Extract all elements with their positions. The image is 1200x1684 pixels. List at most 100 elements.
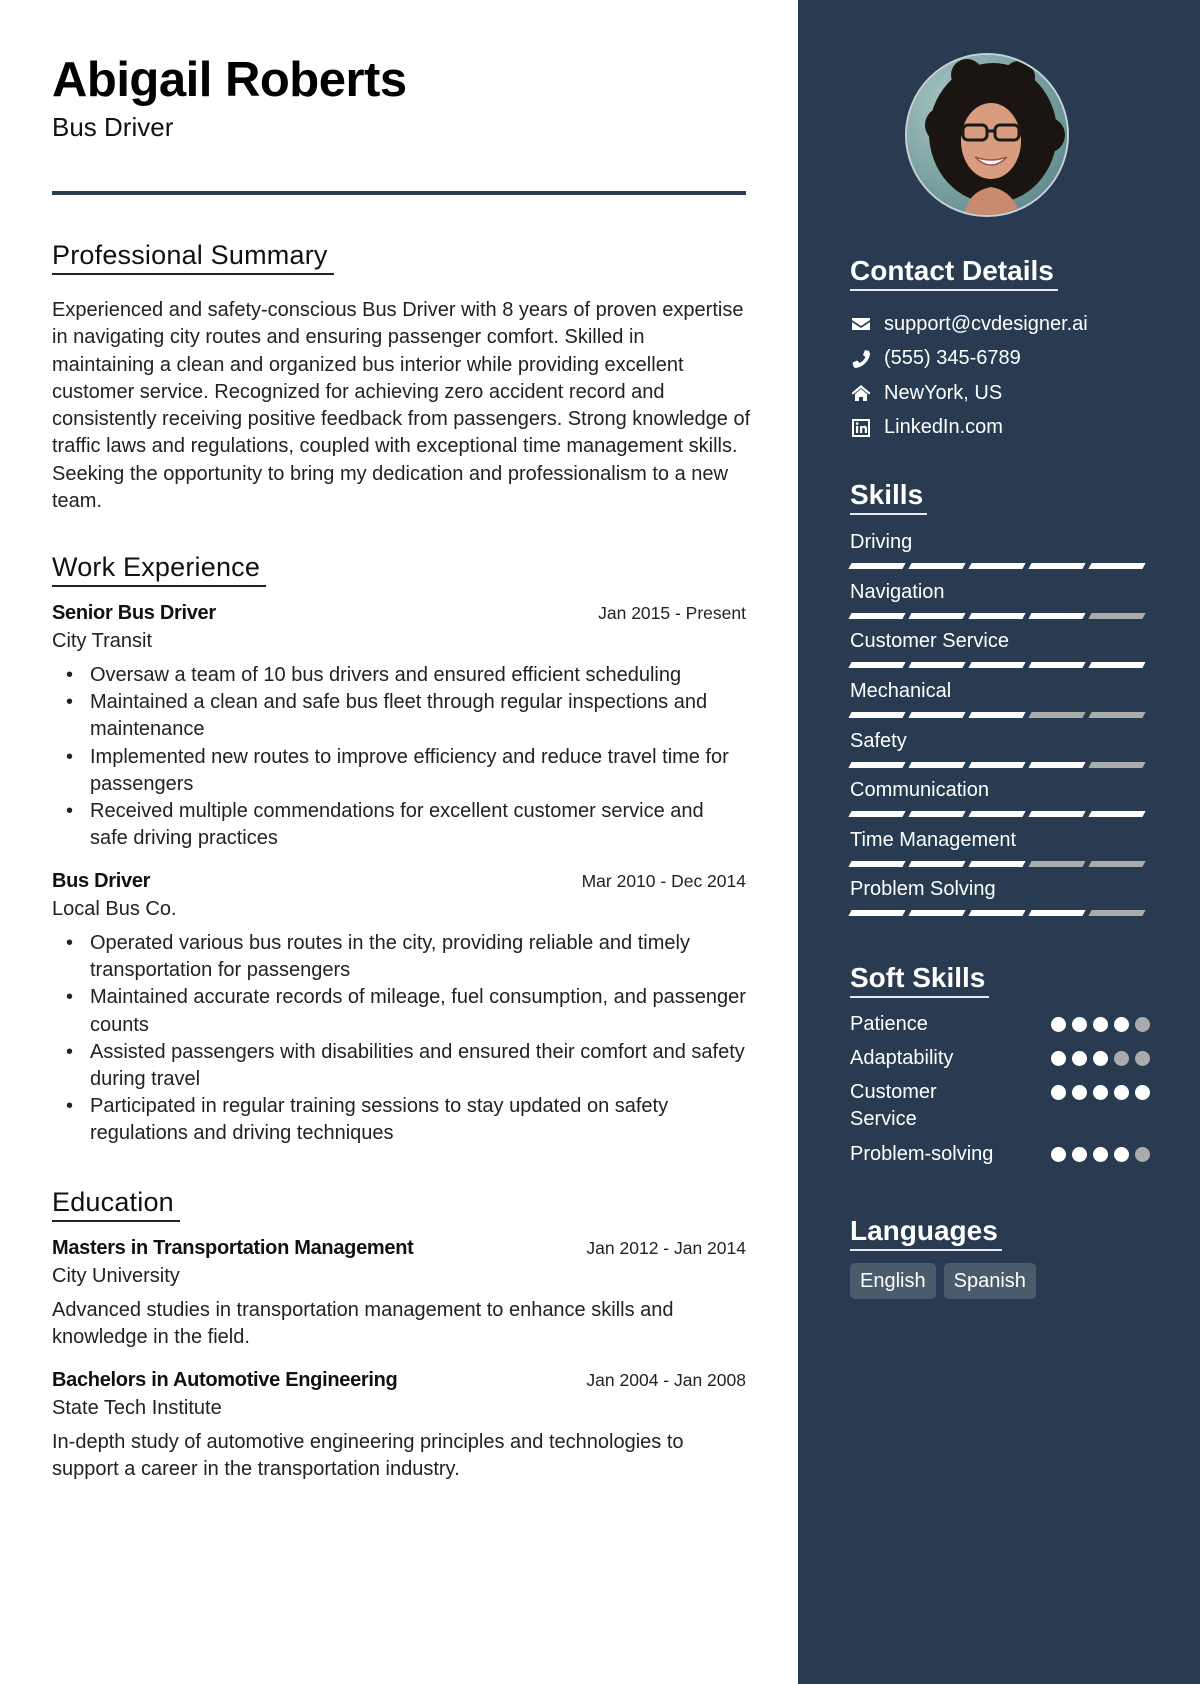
rating-segment-filled (908, 762, 966, 768)
rating-segment-filled (848, 563, 906, 569)
rating-segment-filled (848, 910, 906, 916)
rating-segment-filled (1028, 811, 1086, 817)
rating-segment-empty (1088, 762, 1146, 768)
language-chip: English (850, 1263, 936, 1299)
rating-segment-filled (1028, 762, 1086, 768)
skill-rating-bar (848, 563, 1150, 569)
envelope-icon (850, 313, 872, 335)
rating-segment-filled (968, 563, 1026, 569)
rating-segment-filled (1028, 662, 1086, 668)
soft-skill-label: Adaptability (850, 1047, 954, 1069)
rating-segment-filled (908, 861, 966, 867)
rating-dot-filled (1093, 1147, 1108, 1162)
rating-segment-filled (1028, 910, 1086, 916)
soft-skill-label: Customer Service (850, 1081, 937, 1130)
skill-rating-bar (848, 910, 1150, 916)
rating-dot-filled (1051, 1017, 1066, 1032)
skill-item: Mechanical (848, 678, 1150, 718)
skill-label: Communication (850, 779, 989, 801)
soft-skill-item: Customer Service (850, 1079, 1150, 1133)
rating-segment-empty (1088, 712, 1146, 718)
skill-label: Navigation (850, 581, 945, 603)
rating-segment-filled (908, 910, 966, 916)
contact-phone[interactable]: (555) 345-6789 (850, 342, 1180, 377)
job-title: Senior Bus Driver (52, 602, 216, 624)
candidate-title: Bus Driver (52, 112, 174, 142)
job-bullet: Maintained accurate records of mileage, … (52, 984, 746, 1038)
rating-segment-filled (968, 762, 1026, 768)
linkedin-icon (850, 417, 872, 439)
contact-email-text: support@cvdesigner.ai (884, 312, 1088, 335)
skill-rating-bar (848, 811, 1150, 817)
job-bullets: Operated various bus routes in the city,… (52, 930, 746, 1148)
skill-item: Navigation (848, 579, 1150, 619)
contact-location: NewYork, US (850, 376, 1180, 411)
job-company: City Transit (52, 630, 153, 652)
phone-icon (850, 348, 872, 370)
skill-rating-bar (848, 712, 1150, 718)
skill-label: Customer Service (850, 630, 1009, 652)
skill-rating-bar (848, 613, 1150, 619)
soft-skill-rating (1051, 1045, 1150, 1072)
education-description: In-depth study of automotive engineering… (52, 1431, 684, 1481)
job-bullet: Assisted passengers with disabilities an… (52, 1039, 746, 1093)
candidate-name: Abigail Roberts (52, 53, 407, 107)
skill-item: Driving (848, 529, 1150, 569)
summary-text: Experienced and safety-conscious Bus Dri… (52, 299, 751, 513)
rating-dot-filled (1051, 1147, 1066, 1162)
languages-list: English Spanish (850, 1263, 1036, 1299)
rating-segment-filled (848, 662, 906, 668)
job-bullets: Oversaw a team of 10 bus drivers and ens… (52, 662, 746, 852)
rating-segment-filled (1028, 613, 1086, 619)
resume-sidebar: Contact Details support@cvdesigner.ai (5… (798, 0, 1200, 1684)
job-title: Bus Driver (52, 870, 151, 892)
job-bullet: Operated various bus routes in the city,… (52, 930, 746, 984)
rating-segment-filled (908, 563, 966, 569)
soft-skill-rating (1051, 1011, 1150, 1038)
soft-skill-item: Adaptability (850, 1045, 1150, 1072)
soft-skill-item: Problem-solving (850, 1141, 1150, 1168)
rating-segment-empty (1028, 861, 1086, 867)
rating-segment-filled (848, 613, 906, 619)
rating-segment-empty (1088, 910, 1146, 916)
rating-segment-filled (968, 811, 1026, 817)
rating-dot-filled (1093, 1017, 1108, 1032)
school-name: City University (52, 1265, 180, 1287)
skill-rating-bar (848, 662, 1150, 668)
rating-dot-filled (1072, 1017, 1087, 1032)
rating-dot-filled (1135, 1085, 1150, 1100)
rating-segment-filled (968, 910, 1026, 916)
rating-segment-filled (908, 712, 966, 718)
job-bullet: Participated in regular training session… (52, 1093, 746, 1147)
job-dates: Mar 2010 - Dec 2014 (581, 871, 746, 891)
soft-skill-item: Patience (850, 1011, 1150, 1038)
contact-linkedin-text: LinkedIn.com (884, 416, 1003, 439)
resume-main: Abigail Roberts Bus Driver Professional … (0, 0, 798, 1684)
rating-dot-filled (1114, 1017, 1129, 1032)
rating-dot-empty (1135, 1051, 1150, 1066)
contact-linkedin[interactable]: LinkedIn.com (850, 411, 1180, 446)
rating-dot-filled (1051, 1085, 1066, 1100)
skill-label: Mechanical (850, 680, 952, 702)
rating-dot-empty (1135, 1147, 1150, 1162)
soft-skill-rating (1051, 1079, 1150, 1133)
portrait-illustration (907, 55, 1067, 215)
contact-location-text: NewYork, US (884, 381, 1003, 404)
skill-label: Safety (850, 730, 907, 752)
rating-segment-filled (908, 613, 966, 619)
school-name: State Tech Institute (52, 1397, 222, 1419)
job-bullet: Implemented new routes to improve effici… (52, 744, 746, 798)
rating-segment-filled (848, 762, 906, 768)
rating-segment-filled (1088, 811, 1146, 817)
rating-segment-empty (1088, 861, 1146, 867)
education-dates: Jan 2004 - Jan 2008 (586, 1370, 746, 1390)
rating-dot-empty (1114, 1051, 1129, 1066)
rating-segment-filled (968, 712, 1026, 718)
languages-heading: Languages (850, 1214, 1002, 1251)
rating-segment-filled (1028, 563, 1086, 569)
job-bullet: Oversaw a team of 10 bus drivers and ens… (52, 662, 746, 689)
contact-email[interactable]: support@cvdesigner.ai (850, 307, 1180, 342)
rating-dot-filled (1051, 1051, 1066, 1066)
rating-dot-filled (1093, 1051, 1108, 1066)
rating-segment-filled (968, 662, 1026, 668)
